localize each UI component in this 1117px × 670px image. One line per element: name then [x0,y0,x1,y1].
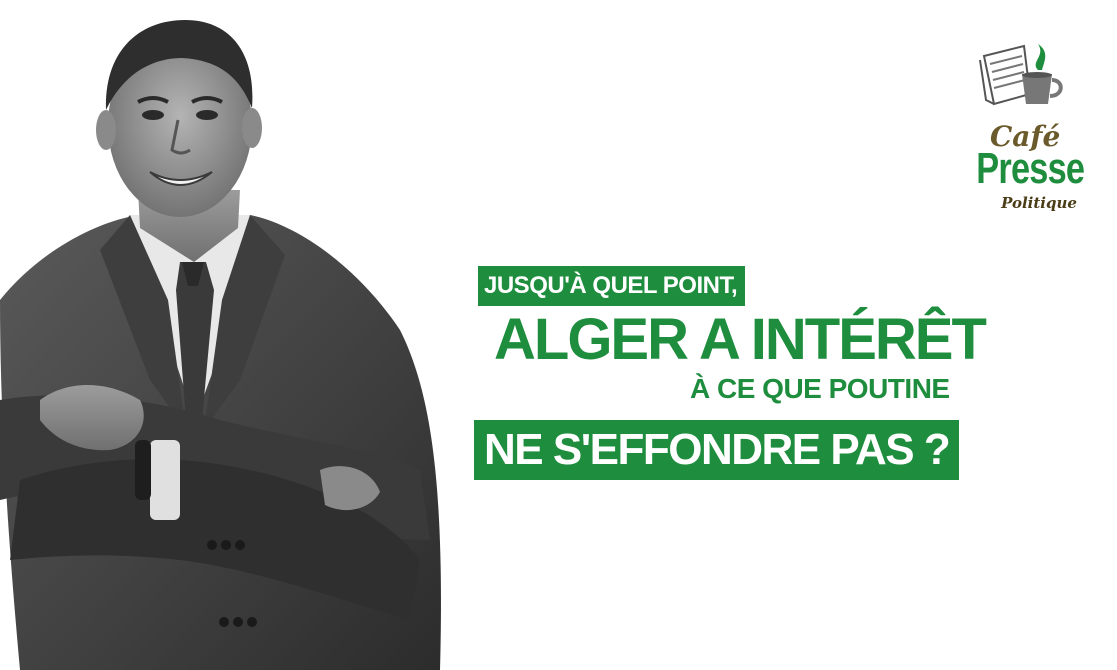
headline-line-3: À CE QUE POUTINE [690,373,950,404]
headline-line-4: NE S'EFFONDRE PAS ? [474,420,960,480]
cafe-presse-logo: Café Presse Politique [962,34,1092,224]
logo-word-presse: Presse [976,144,1085,193]
newspaper-coffee-cup-icon [979,44,1063,106]
headline-line-2: ALGER A INTÉRÊT [494,307,987,372]
man-in-suit-photo [0,20,441,670]
logo-word-politique: Politique [1001,194,1077,212]
graphic-canvas: Café Presse Politique JUSQU'À QUEL POINT… [0,0,1117,670]
headline-line-1: JUSQU'À QUEL POINT, [478,266,746,306]
